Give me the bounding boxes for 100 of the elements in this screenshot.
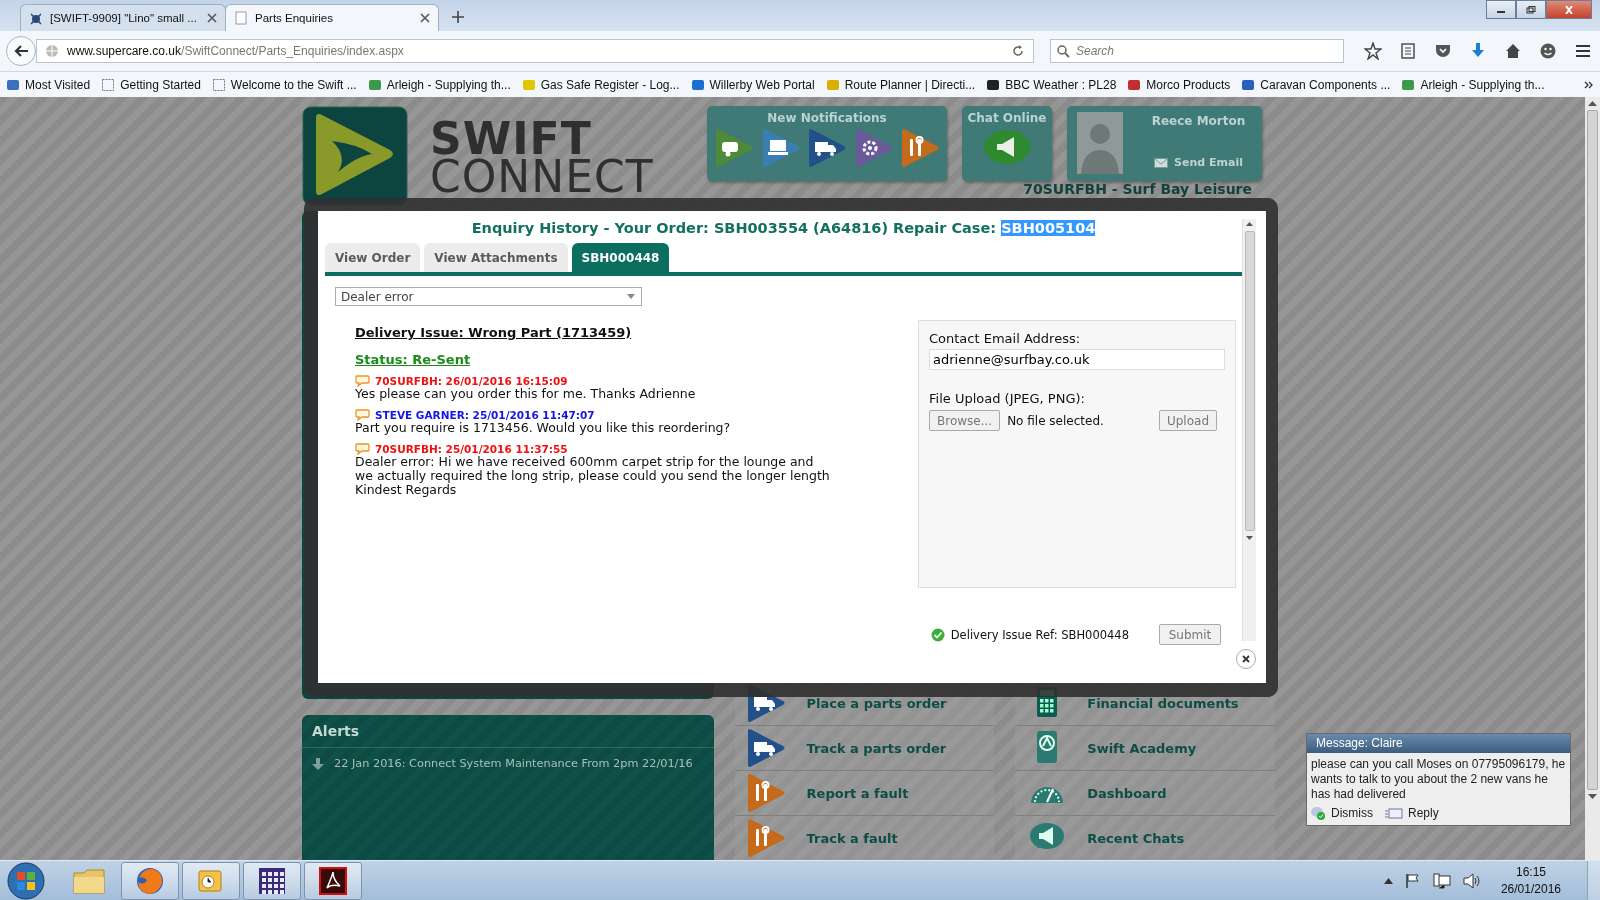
chevron-icon[interactable] [1584,79,1594,90]
close-window-button[interactable] [1546,0,1592,19]
submit-button[interactable]: Submit [1159,624,1221,645]
panel-title: Alerts [302,715,714,748]
browse-button[interactable]: Browse... [929,410,1001,431]
message-author: 70SURFBH: 25/01/2016 11:37:55 [375,443,568,455]
bookmark-icon [1241,77,1256,92]
bookmark-icon [101,77,116,92]
address-text: www.supercare.co.uk/SwiftConnect/Parts_Enquiries/index.aspx [67,44,405,58]
restore-button[interactable] [1516,0,1546,19]
file-status: No file selected. [1007,413,1104,428]
restore-icon [1526,5,1536,14]
down-arrow-icon [1588,794,1597,799]
browser-tab[interactable]: [SWIFT-9909] "Lino" small ... [20,4,226,31]
back-button[interactable] [6,36,36,66]
message-author: 70SURFBH: 26/01/2016 16:15:09 [375,375,568,387]
envelope-icon [1385,807,1403,819]
speech-bubble-icon [355,443,370,455]
reason-dropdown[interactable]: Dealer error [335,287,642,306]
tab[interactable]: View Attachments [424,243,568,272]
upload-button[interactable]: Upload [1158,410,1217,431]
reload-icon[interactable] [1011,44,1025,58]
close-icon[interactable] [207,13,217,23]
bookmark-link[interactable]: Arleigh - Supplying th... [1420,77,1545,92]
bookmark-link[interactable]: Willerby Web Portal [709,77,815,92]
logo-text: SWIFT [430,120,592,158]
bookmark-icon [521,77,536,92]
status-text: Status: Re-Sent [355,352,472,367]
bookmark-link[interactable]: Welcome to the Swift ... [230,77,357,92]
network-icon[interactable] [1432,872,1451,889]
back-arrow-icon [13,44,29,58]
speaker-icon[interactable] [1462,872,1481,889]
bookmark-star-icon[interactable] [1364,42,1382,60]
truck-icon[interactable] [806,128,848,168]
envelope-icon [1154,157,1169,168]
tray-arrow-icon[interactable] [1383,877,1393,884]
flag-icon[interactable] [1404,872,1421,889]
dismiss-link[interactable]: Dismiss [1310,806,1373,820]
field-label: Contact Email Address: [929,331,1082,346]
reply-link[interactable]: Reply [1385,806,1439,820]
bookmark-link[interactable]: Route Planner | Directi... [844,77,976,92]
scrollbar[interactable] [1585,97,1600,860]
pocket-icon[interactable] [1434,42,1452,60]
home-icon[interactable] [1504,42,1522,60]
user-name: Reece Morton [1151,114,1246,128]
bookmark-link[interactable]: Most Visited [25,77,91,92]
search-field[interactable]: Search [1050,39,1344,63]
modal-title: Enquiry History - Your Order: SBH003554 (A64816) Repair Case: SBH005104 [470,219,1097,238]
bookmark-link[interactable]: Morco Products [1146,77,1231,92]
speech-bubble-icon [355,375,370,387]
email-field[interactable]: adrienne@surfbay.co.uk [929,349,1225,370]
message-text: Yes please can you order this for me. Thanks Adrienne [355,387,697,401]
globe-icon [45,44,59,58]
bookmark-icon [1401,77,1416,92]
bookmark-icon [825,77,840,92]
clock[interactable]: 16:15 26/01/2016 [1500,863,1561,898]
bookmark-icon [6,77,20,92]
minimize-button[interactable] [1486,0,1516,19]
dismiss-icon [1310,806,1326,820]
taskbar-button[interactable] [304,861,362,900]
browser-icon [135,865,165,896]
smiley-icon[interactable] [1539,42,1557,60]
panel-title: New Notifications [766,111,888,125]
windows-logo-icon [6,860,46,900]
bookmark-link[interactable]: Gas Safe Register - Log... [540,77,680,92]
bookmark-link[interactable]: Caravan Components ... [1260,77,1391,92]
pdf-icon [318,865,348,896]
issue-title: Delivery Issue: Wrong Part (1713459) [355,325,633,340]
field-label: File Upload (JPEG, PNG): [929,391,1086,406]
browser-tab[interactable]: Parts Enquiries [225,4,439,31]
tab[interactable]: SBH000448 [571,243,670,272]
new-tab-icon[interactable] [452,11,464,23]
menu-icon[interactable] [1574,42,1592,60]
dropdown-arrow-icon [627,294,635,299]
reference-text: Delivery Issue Ref: SBH000448 [950,627,1129,642]
start-button[interactable] [6,860,46,900]
close-button[interactable] [1236,649,1256,669]
scrollbar[interactable] [1242,219,1256,641]
message-text: please can you call Moses on 07795096179, he wants to talk to you about the 2 new vans he has had delivered [1310,756,1567,803]
bookmark-link[interactable]: Arleigh - Supplying th... [386,77,511,92]
clipboard-icon[interactable] [1399,42,1417,60]
bookmark-link[interactable]: Getting Started [120,77,201,92]
taskbar-button[interactable] [243,861,301,900]
down-arrow-icon [312,757,324,770]
page-icon [234,11,248,25]
bookmark-icon [690,77,705,92]
up-arrow-icon [1246,222,1253,226]
close-icon[interactable] [420,13,430,23]
tab[interactable]: View Order [325,243,421,272]
tools-icon[interactable] [899,128,941,168]
grid-icon [257,865,287,896]
address-field[interactable]: www.supercare.co.uk/SwiftConnect/Parts_Enquiries/index.aspx [36,39,1034,63]
search-icon [1057,45,1070,58]
tab-title: Parts Enquiries [255,12,334,24]
bookmark-icon [1127,77,1142,92]
up-arrow-icon [1588,101,1597,106]
folder-icon [72,866,106,895]
logo-icon [302,106,408,206]
panel-title: Chat Online [967,111,1047,125]
bookmark-link[interactable]: BBC Weather : PL28 [1005,77,1117,92]
